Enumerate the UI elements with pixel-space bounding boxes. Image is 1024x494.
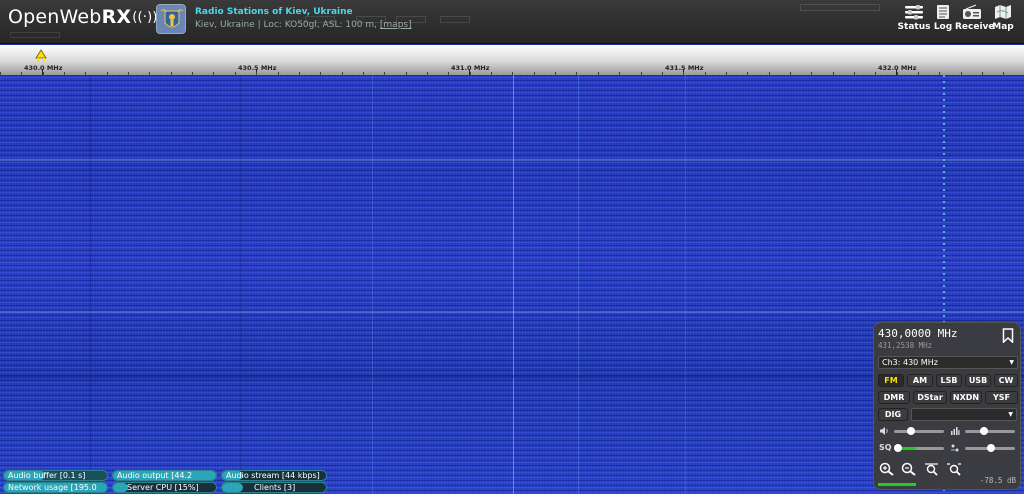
digital-mode-select[interactable]: ▼ bbox=[911, 408, 1017, 421]
noise-reduction-slider[interactable] bbox=[965, 427, 1015, 435]
signal-trace bbox=[578, 75, 579, 494]
audio-stream-bar: Audio stream [44 kbps] bbox=[221, 470, 327, 481]
server-cpu-label: Server CPU [15%] bbox=[127, 483, 199, 492]
mode-fm-button[interactable]: FM bbox=[878, 374, 904, 387]
mode-am-button[interactable]: AM bbox=[907, 374, 933, 387]
mode-ysf-button[interactable]: YSF bbox=[985, 391, 1018, 404]
squelch-slider[interactable] bbox=[894, 444, 944, 452]
scale-label-431-5: 431.5 MHz bbox=[665, 64, 704, 72]
tuning-marker-icon[interactable] bbox=[34, 49, 48, 63]
network-usage-label: Network usage [195.0 bbox=[8, 483, 97, 492]
brand-regular: OpenWeb bbox=[8, 6, 102, 28]
chevron-down-icon: ▼ bbox=[1009, 359, 1014, 366]
audio-slider[interactable] bbox=[965, 444, 1015, 452]
noise-band bbox=[0, 375, 1024, 378]
mode-dstar-button[interactable]: DStar bbox=[913, 391, 947, 404]
audio-buffer-bar: Audio buffer [0.1 s] bbox=[3, 470, 108, 481]
volume-slider[interactable] bbox=[894, 427, 944, 435]
zoom-to-frequency-icon[interactable] bbox=[924, 462, 940, 476]
channel-select[interactable]: Ch3: 430 MHz ▼ bbox=[878, 356, 1018, 369]
signal-trace bbox=[240, 75, 241, 494]
receive-button[interactable]: Receive bbox=[955, 4, 995, 32]
mode-lsb-button[interactable]: LSB bbox=[936, 374, 962, 387]
squelch-auto-icon bbox=[951, 444, 959, 452]
log-label: Log bbox=[933, 22, 953, 32]
slider-knob[interactable] bbox=[907, 427, 915, 435]
app-logo[interactable]: OpenWebRX((·)) bbox=[8, 6, 158, 28]
noise-band bbox=[0, 311, 1024, 313]
frequency-scale[interactable]: 430.0 MHz 430.5 MHz 431.0 MHz 431.5 MHz … bbox=[0, 45, 1024, 75]
volume-icon bbox=[880, 427, 888, 435]
audio-stream-label: Audio stream [44 kbps] bbox=[226, 471, 320, 480]
slider-knob[interactable] bbox=[980, 427, 988, 435]
chevron-down-icon: ▼ bbox=[1008, 411, 1013, 418]
network-usage-bar: Network usage [195.0 bbox=[3, 482, 108, 493]
slider-knob[interactable] bbox=[894, 444, 902, 452]
scale-label-432-0: 432.0 MHz bbox=[878, 64, 917, 72]
squelch-icon: SQ bbox=[879, 443, 892, 452]
scale-label-430-0: 430.0 MHz bbox=[24, 64, 63, 72]
mode-dig-button[interactable]: DIG bbox=[878, 408, 908, 421]
log-icon bbox=[937, 5, 949, 19]
coat-of-arms-icon bbox=[157, 5, 185, 33]
signal-trace bbox=[685, 75, 686, 494]
receiver-title: Radio Stations of Kiev, Ukraine bbox=[195, 7, 353, 17]
audio-output-bar: Audio output [44.2 bbox=[112, 470, 217, 481]
maps-link[interactable]: [maps] bbox=[380, 20, 412, 30]
clients-bar: Clients [3] bbox=[221, 482, 327, 493]
map-icon bbox=[995, 5, 1011, 19]
scale-label-431-0: 431.0 MHz bbox=[451, 64, 490, 72]
frequency-display[interactable]: 430,0000 MHz bbox=[878, 327, 957, 340]
channel-select-value: Ch3: 430 MHz bbox=[882, 358, 938, 367]
map-label: Map bbox=[992, 22, 1014, 32]
server-cpu-bar: Server CPU [15%] bbox=[112, 482, 217, 493]
brand-bold: RX bbox=[101, 6, 132, 28]
receiver-location-text: Kiev, Ukraine | Loc: KO50gl, ASL: 100 m, bbox=[195, 20, 378, 30]
clients-label: Clients [3] bbox=[254, 483, 296, 492]
bookmark-icon[interactable] bbox=[1002, 328, 1014, 343]
audio-output-label: Audio output [44.2 bbox=[117, 471, 193, 480]
mode-nxdn-button[interactable]: NXDN bbox=[950, 391, 982, 404]
radio-wave-icon: ((·)) bbox=[132, 10, 158, 25]
slider-knob[interactable] bbox=[987, 444, 995, 452]
top-bar: OpenWebRX((·)) Radio Stations of Kiev, U… bbox=[0, 0, 1024, 44]
mode-cw-button[interactable]: CW bbox=[994, 374, 1018, 387]
receiver-avatar[interactable] bbox=[156, 4, 186, 34]
nr-icon bbox=[951, 427, 960, 435]
audio-buffer-label: Audio buffer [0.1 s] bbox=[8, 471, 86, 480]
noise-band bbox=[0, 159, 1024, 161]
s-meter: -78.5 dB bbox=[878, 476, 1018, 487]
signal-trace bbox=[513, 75, 514, 494]
mode-usb-button[interactable]: USB bbox=[965, 374, 991, 387]
signal-trace bbox=[90, 75, 91, 494]
s-meter-level bbox=[878, 483, 916, 486]
receiver-location: Kiev, Ukraine | Loc: KO50gl, ASL: 100 m,… bbox=[195, 20, 412, 30]
offset-frequency-display: 431,2538 MHz bbox=[878, 341, 933, 350]
zoom-reset-icon[interactable] bbox=[946, 462, 962, 476]
mode-dmr-button[interactable]: DMR bbox=[878, 391, 910, 404]
zoom-in-icon[interactable] bbox=[879, 462, 895, 476]
map-button[interactable]: Map bbox=[986, 4, 1020, 32]
signal-trace bbox=[372, 75, 373, 494]
s-meter-db: -78.5 dB bbox=[979, 476, 1016, 485]
receiver-panel: 430,0000 MHz 431,2538 MHz Ch3: 430 MHz ▼… bbox=[873, 322, 1021, 490]
zoom-out-icon[interactable] bbox=[901, 462, 917, 476]
scale-label-430-5: 430.5 MHz bbox=[238, 64, 277, 72]
radio-icon bbox=[963, 4, 981, 19]
waterfall-display[interactable] bbox=[0, 75, 1024, 494]
sliders-icon bbox=[905, 5, 923, 20]
